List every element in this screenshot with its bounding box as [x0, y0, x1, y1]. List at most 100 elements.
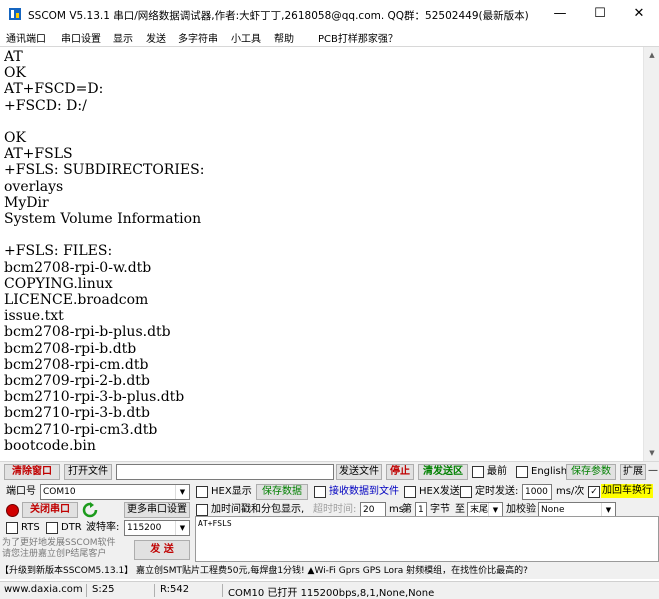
to-select-value: 末尾 — [470, 505, 489, 515]
sscom-app-icon — [9, 8, 21, 20]
maximize-button[interactable]: ☐ — [580, 0, 620, 28]
terminal-line: bcm2708-rpi-b-plus.dtb — [4, 324, 171, 341]
byte-unit: 字节 — [430, 504, 450, 515]
status-bar: www.daxia.com S:25 R:542 COM10 已打开 11520… — [0, 581, 659, 599]
terminal-line: overlays — [4, 178, 64, 195]
save-data-button[interactable]: 保存数据 — [256, 484, 308, 500]
hex-display-label: HEX显示 — [211, 486, 252, 497]
port-status-text: COM10 已打开 115200bps,8,1,None,None — [228, 588, 435, 599]
hex-send-checkbox[interactable] — [404, 486, 416, 498]
status-divider — [154, 584, 155, 597]
terminal-line: +FSCD: D:/ — [4, 97, 87, 114]
window-title: SSCOM V5.13.1 串口/网络数据调试器,作者:大虾丁丁,2618058… — [28, 10, 529, 22]
rts-checkbox[interactable] — [6, 522, 18, 534]
baud-select-value: 115200 — [127, 523, 162, 533]
menu-multi-string[interactable]: 多字符串 — [178, 30, 218, 45]
scroll-down-icon[interactable]: ▼ — [644, 445, 659, 461]
menu-comm-port[interactable]: 通讯端口 — [6, 30, 46, 45]
timed-send-checkbox[interactable] — [460, 486, 472, 498]
port-status-light-icon — [6, 504, 19, 517]
terminal-line: bootcode.bin — [4, 437, 96, 454]
menu-display[interactable]: 显示 — [113, 30, 133, 45]
terminal-line: bcm2708-rpi-b.dtb — [4, 340, 137, 357]
port-select[interactable]: COM10 ▼ — [40, 484, 190, 500]
add-crlf-checkbox[interactable]: ✓ — [588, 486, 600, 498]
baud-select[interactable]: 115200 ▼ — [124, 520, 190, 536]
open-file-button[interactable]: 打开文件 — [64, 464, 112, 480]
recv-to-file-label: 接收数据到文件 — [329, 486, 399, 497]
scroll-up-icon[interactable]: ▲ — [644, 47, 659, 63]
sent-count: S:25 — [92, 584, 115, 595]
timeout-label: 超时时间: — [313, 504, 357, 515]
interval-input[interactable]: 1000 — [522, 484, 552, 500]
close-button[interactable]: ✕ — [619, 0, 659, 28]
clear-send-area-button[interactable]: 清发送区 — [418, 464, 468, 480]
menu-send[interactable]: 发送 — [146, 30, 166, 45]
chevron-down-icon: ▼ — [488, 503, 502, 517]
receive-text: AT OK AT+FSCD=D: +FSCD: D:/ OK AT+FSLS +FSLS:… — [4, 49, 640, 459]
terminal-line: issue.txt — [4, 308, 64, 325]
english-label: English — [531, 466, 568, 477]
status-divider — [86, 584, 87, 597]
baud-label: 波特率: — [86, 522, 120, 533]
terminal-line: System Volume Information — [4, 211, 202, 228]
terminal-line: MyDir — [4, 194, 49, 211]
save-params-button[interactable]: 保存参数 — [566, 464, 616, 480]
promo-bar[interactable]: 【升级到新版本SSCOM5.13.1】 嘉立创SMT贴片工程费50元,每焊盘1分… — [0, 564, 659, 579]
chevron-down-icon: ▼ — [175, 485, 189, 499]
timed-send-label: 定时发送: — [475, 486, 519, 497]
minimize-button[interactable]: — — [540, 0, 580, 28]
send-input[interactable]: AT+FSLS — [195, 516, 659, 562]
dtr-label: DTR — [61, 522, 82, 533]
topmost-checkbox[interactable] — [472, 466, 484, 478]
dtr-checkbox[interactable] — [46, 522, 58, 534]
interval-unit: ms/次 — [556, 486, 585, 497]
terminal-line: AT+FSLS — [4, 146, 73, 163]
checksum-label: 加校验 — [506, 504, 536, 515]
terminal-line: OK — [4, 65, 26, 82]
menu-tools[interactable]: 小工具 — [231, 30, 261, 45]
terminal-line: AT — [4, 49, 23, 65]
port-label: 端口号 — [6, 486, 36, 497]
terminal-line: bcm2710-rpi-3-b-plus.dtb — [4, 389, 185, 406]
checksum-select-value: None — [541, 505, 565, 515]
stop-button[interactable]: 停止 — [386, 464, 414, 480]
send-file-button[interactable]: 发送文件 — [336, 464, 382, 480]
send-button[interactable]: 发 送 — [134, 540, 190, 560]
terminal-line: bcm2708-rpi-cm.dtb — [4, 356, 149, 373]
byte-no-prefix: 第 — [402, 504, 412, 515]
file-path-input[interactable] — [116, 464, 334, 480]
collapse-toggle[interactable]: — — [648, 464, 658, 478]
english-checkbox[interactable] — [516, 466, 528, 478]
timestamp-label: 加时间戳和分包显示, — [211, 504, 305, 515]
receive-scrollbar[interactable]: ▲ ▼ — [643, 47, 659, 461]
menu-help[interactable]: 帮助 — [274, 30, 294, 45]
expand-button[interactable]: 扩展 — [620, 464, 646, 480]
more-serial-settings-button[interactable]: 更多串口设置 — [124, 502, 190, 518]
rts-label: RTS — [21, 522, 40, 533]
register-promo-text: 为了更好地发展SSCOM软件 请您注册嘉立创P结尾客户 — [2, 538, 116, 559]
timestamp-checkbox[interactable] — [196, 504, 208, 516]
clear-window-button[interactable]: 清除窗口 — [4, 464, 60, 480]
menu-serial-settings[interactable]: 串口设置 — [61, 30, 101, 45]
refresh-icon[interactable] — [82, 502, 98, 518]
terminal-line: COPYING.linux — [4, 275, 113, 292]
close-port-button[interactable]: 关闭串口 — [22, 502, 78, 518]
receive-area[interactable]: AT OK AT+FSCD=D: +FSCD: D:/ OK AT+FSLS +FSLS:… — [0, 46, 659, 462]
status-divider — [222, 584, 223, 597]
recv-to-file-checkbox[interactable] — [314, 486, 326, 498]
terminal-line: +FSLS: SUBDIRECTORIES: — [4, 162, 205, 179]
chevron-down-icon: ▼ — [601, 503, 615, 517]
hex-display-checkbox[interactable] — [196, 486, 208, 498]
terminal-line: +FSLS: FILES: — [4, 243, 113, 260]
site-link[interactable]: www.daxia.com — [4, 584, 83, 595]
terminal-line: bcm2708-rpi-0-w.dtb — [4, 259, 152, 276]
menu-pcb-ad[interactable]: PCB打样那家强？ — [318, 30, 398, 45]
terminal-line: LICENCE.broadcom — [4, 292, 149, 309]
hex-send-label: HEX发送 — [419, 486, 460, 497]
to-label: 至 — [455, 504, 465, 515]
received-count: R:542 — [160, 584, 190, 595]
menu-bar: 通讯端口 串口设置 显示 发送 多字符串 小工具 帮助 PCB打样那家强？ — [0, 28, 659, 46]
